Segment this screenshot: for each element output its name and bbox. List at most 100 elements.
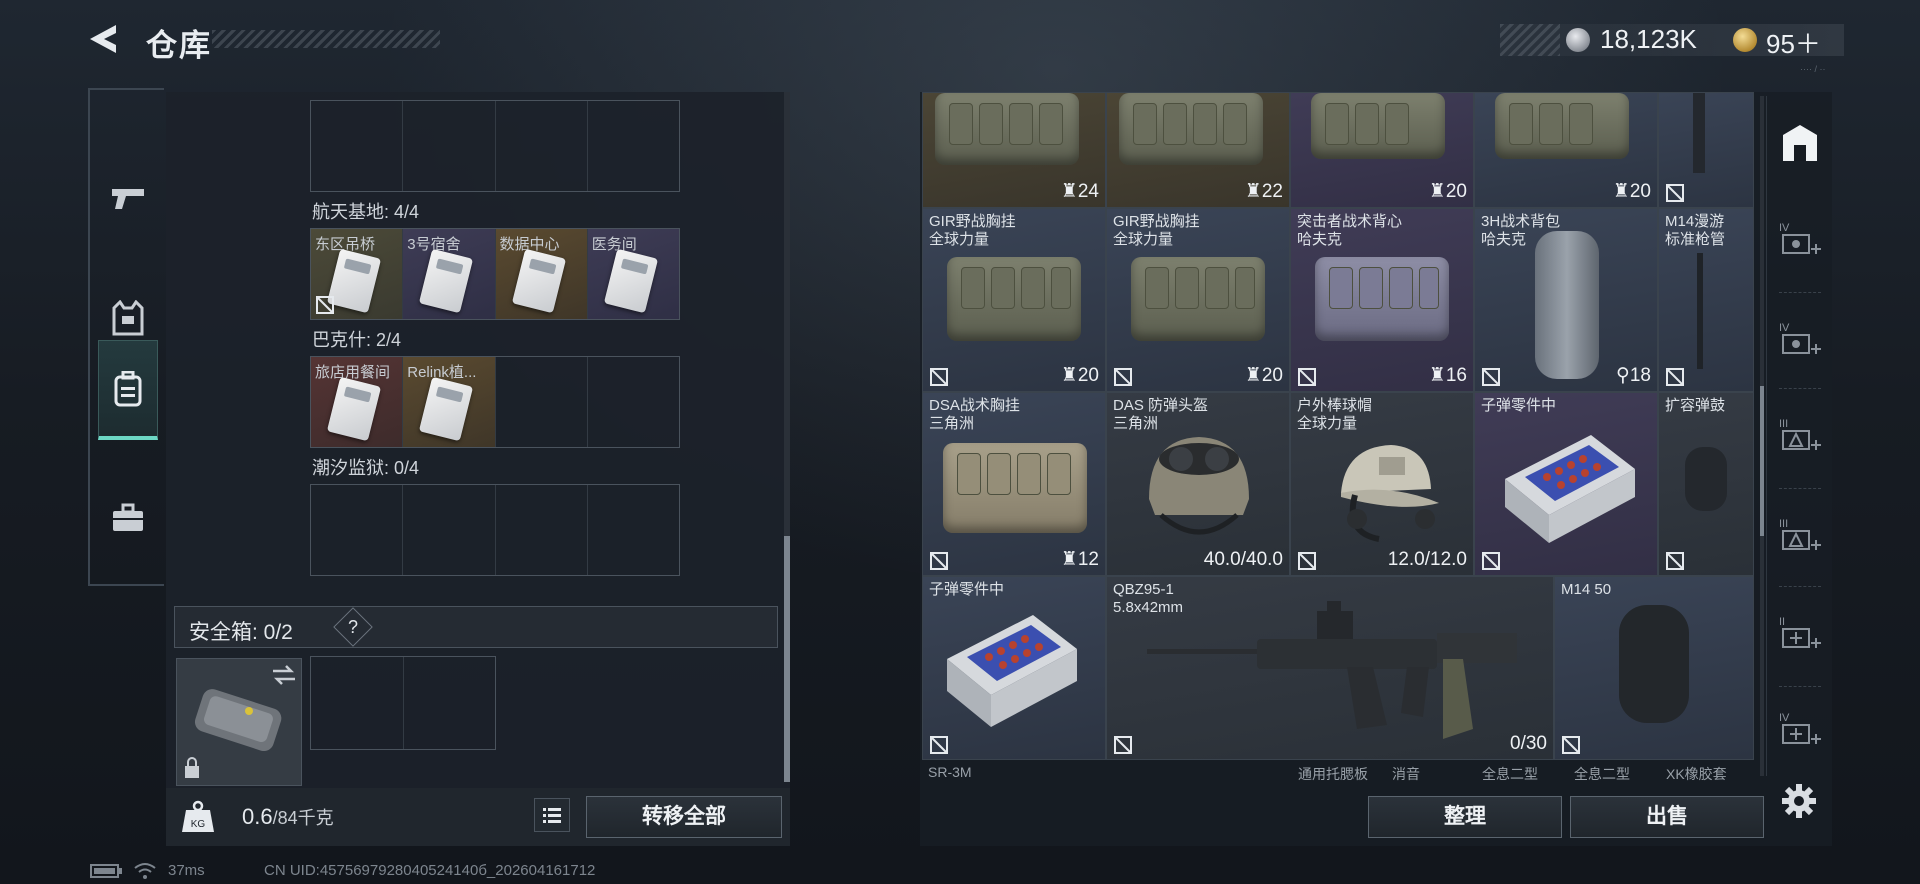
safebox-slot[interactable]	[311, 657, 404, 749]
item-name[interactable]: 消音	[1392, 764, 1420, 784]
no-insure-icon	[1666, 184, 1684, 202]
keycard-slot[interactable]: 旅店用餐间	[311, 357, 404, 447]
backpack-icon	[114, 370, 142, 406]
transfer-all-button[interactable]: 转移全部	[586, 796, 782, 838]
back-arrow-icon[interactable]	[86, 22, 120, 56]
item-name: GIR野战胸挂 全球力量	[1113, 213, 1200, 248]
key-grid-row	[310, 484, 680, 576]
safebox-case[interactable]	[176, 658, 302, 786]
item-name[interactable]: XK橡胶套	[1666, 764, 1727, 784]
stash-scrollbar[interactable]	[1760, 96, 1764, 776]
stash-home-icon	[1783, 125, 1817, 161]
svg-text:KG: KG	[191, 819, 206, 830]
safebox-slot[interactable]	[404, 657, 496, 749]
stash-case-tab[interactable]: III	[1775, 410, 1825, 460]
item-qty: ♜20	[1244, 365, 1283, 386]
svg-text:III: III	[1779, 418, 1788, 430]
stash-item[interactable]: 突击者战术背心 哈夫克 ♜16	[1290, 208, 1474, 392]
vest-image	[943, 443, 1087, 533]
keycard-slot[interactable]	[496, 485, 588, 575]
keycard-slot[interactable]	[588, 357, 679, 447]
grid-cell[interactable]	[311, 101, 404, 191]
keycard-slot[interactable]	[311, 485, 404, 575]
stash-case-tab[interactable]: IV	[1775, 704, 1825, 754]
safebox-grid	[310, 656, 496, 750]
stash-item[interactable]: DAS 防弹头盔 三角洲 40.0/40.0	[1106, 392, 1290, 576]
stash-item[interactable]: M14 50	[1554, 576, 1754, 760]
stash-item[interactable]: ♜24	[922, 92, 1106, 208]
stash-item[interactable]	[1658, 92, 1754, 208]
item-name[interactable]: SR-3M	[928, 764, 972, 780]
lock-icon	[185, 757, 199, 778]
stash-case-tab[interactable]: III	[1775, 510, 1825, 560]
weight-icon: KG	[182, 800, 214, 832]
category-nav	[88, 88, 164, 586]
key-grid-row: 旅店用餐间 Relink植...	[310, 356, 680, 448]
item-name[interactable]: 全息二型	[1482, 764, 1538, 784]
stash-item[interactable]: 3H战术背包 哈夫克 ⚲18	[1474, 208, 1658, 392]
currency-silver-value[interactable]: 18,123K	[1600, 24, 1697, 55]
keycard-image	[603, 248, 658, 314]
keycard-slot[interactable]: 数据中心	[495, 229, 588, 319]
currency-gold-value[interactable]: 95＋	[1766, 24, 1821, 61]
grid-cell[interactable]	[496, 101, 588, 191]
expand-case-iii-icon: III	[1779, 518, 1821, 550]
item-name: 子弹零件中	[1481, 397, 1557, 414]
stash-item[interactable]: 子弹零件中	[1474, 392, 1658, 576]
item-name[interactable]: 通用托腮板	[1298, 764, 1368, 784]
cap-image	[1341, 445, 1439, 542]
stash-case-tab[interactable]: II	[1775, 608, 1825, 658]
stash-item[interactable]: ♜20	[1474, 92, 1658, 208]
nav-briefcase-tab[interactable]	[98, 468, 158, 568]
list-view-button[interactable]	[534, 798, 570, 832]
keycard-slot[interactable]: Relink植...	[403, 357, 496, 447]
safebox-case-image	[194, 689, 282, 751]
stash-item[interactable]: ♜20	[1290, 92, 1474, 208]
grid-cell[interactable]	[588, 101, 679, 191]
keycard-slot[interactable]: 东区吊桥	[311, 229, 404, 319]
stash-item[interactable]: 扩容弹鼓	[1658, 392, 1754, 576]
keycard-slot[interactable]: 3号宿舍	[403, 229, 496, 319]
keycard-label: 医务间	[591, 236, 637, 253]
nav-weapons-tab[interactable]	[98, 148, 158, 248]
item-name: DSA战术胸挂 三角洲	[929, 397, 1020, 432]
keycard-slot[interactable]	[496, 357, 588, 447]
list-icon	[543, 808, 561, 823]
item-name[interactable]: 全息二型	[1574, 764, 1630, 784]
item-qty: ⚲18	[1615, 365, 1651, 386]
stash-home-tab[interactable]	[1775, 118, 1825, 168]
left-scrollbar[interactable]	[784, 92, 790, 782]
stash-item[interactable]: QBZ95-1 5.8x42mm 0/30	[1106, 576, 1554, 760]
uid-text: CN UID:4575697928040524140б_202604161712	[264, 862, 596, 879]
stash-item[interactable]: M14漫游 标准枪管	[1658, 208, 1754, 392]
sell-button[interactable]: 出售	[1570, 796, 1764, 838]
keycard-slot[interactable]: 医务间	[587, 229, 679, 319]
keycard-slot[interactable]	[588, 485, 679, 575]
sort-button[interactable]: 整理	[1368, 796, 1562, 838]
stash-case-tab[interactable]: IV	[1775, 314, 1825, 364]
gold-coin-icon	[1733, 28, 1757, 52]
stash-item[interactable]: ♜22	[1106, 92, 1290, 208]
item-name: 扩容弹鼓	[1665, 397, 1726, 414]
item-durability: 12.0/12.0	[1387, 549, 1467, 570]
drum-mag-image	[1685, 447, 1727, 511]
stash-item[interactable]: GIR野战胸挂 全球力量 ♜20	[1106, 208, 1290, 392]
vest-image	[1495, 93, 1629, 159]
next-row-labels: SR-3M 通用托腮板 消音 全息二型 全息二型 XK橡胶套	[922, 764, 1754, 782]
item-name: 突击者战术背心 哈夫克	[1297, 213, 1403, 248]
help-button[interactable]: ?	[333, 607, 373, 647]
stash-item[interactable]: GIR野战胸挂 全球力量 ♜20	[922, 208, 1106, 392]
pistol-icon	[112, 189, 144, 209]
stash-item[interactable]: 户外棒球帽 全球力量 12.0/12.0	[1290, 392, 1474, 576]
silver-coin-icon	[1566, 28, 1590, 52]
stash-item[interactable]: 子弹零件中	[922, 576, 1106, 760]
keycard-slot[interactable]	[403, 485, 496, 575]
swap-icon[interactable]	[271, 665, 297, 685]
nav-backpack-tab[interactable]	[98, 340, 158, 440]
settings-gear-icon[interactable]	[1780, 782, 1818, 820]
no-insure-icon	[930, 368, 948, 386]
stash-item[interactable]: DSA战术胸挂 三角洲 ♜12	[922, 392, 1106, 576]
grid-cell[interactable]	[403, 101, 496, 191]
no-insure-icon	[1114, 368, 1132, 386]
stash-case-tab[interactable]: IV	[1775, 214, 1825, 264]
